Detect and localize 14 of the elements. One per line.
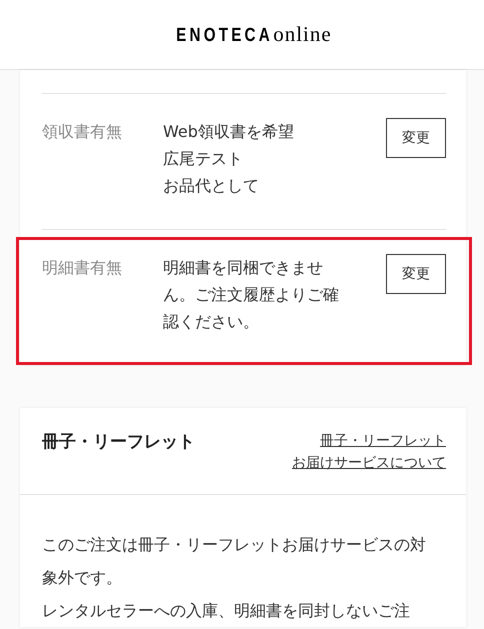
change-button[interactable]: 変更 — [386, 254, 446, 294]
change-button[interactable]: 変更 — [386, 118, 446, 158]
notice-text: このご注文は冊子・リーフレットお届けサービスの対象外です。 — [42, 534, 426, 589]
field-label: 領収書有無 — [42, 121, 123, 143]
field-label: 明細書有無 — [42, 257, 123, 279]
section-title: 冊子・リーフレット — [42, 431, 195, 454]
field-value: 明細書を同梱できません。ご注文履歴よりご確認ください。 — [163, 257, 340, 333]
service-link[interactable]: 冊子・リーフレット — [292, 430, 446, 452]
logo[interactable]: ENOTECA online — [152, 24, 332, 45]
service-link[interactable]: お届けサービスについて — [292, 452, 446, 474]
notice-text: レンタルセラーへの入庫、明細書を同封しないご注 — [42, 600, 411, 622]
field-value: 広尾テスト — [163, 148, 244, 170]
field-value: お品代として — [163, 175, 260, 197]
field-value: Web領収書を希望 — [163, 121, 295, 143]
